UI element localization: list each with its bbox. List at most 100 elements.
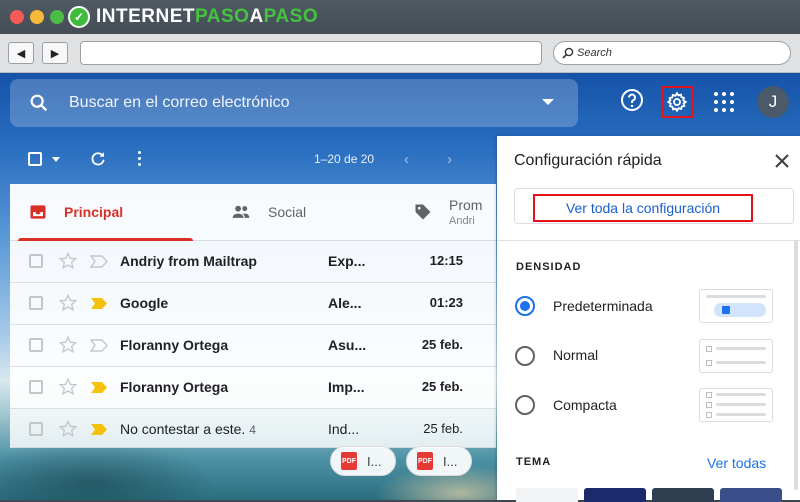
attachment-label: I...	[367, 453, 382, 469]
browser-search-box[interactable]: Search	[553, 41, 791, 65]
address-bar[interactable]	[80, 41, 542, 65]
google-apps-icon[interactable]	[714, 92, 734, 112]
tab-social[interactable]: Social	[220, 184, 306, 240]
density-radio-default[interactable]	[515, 296, 535, 316]
row-checkbox[interactable]	[29, 296, 43, 310]
forward-button[interactable]: ▶	[42, 42, 68, 64]
importance-marker-icon[interactable]	[90, 423, 108, 436]
mail-search-placeholder: Buscar en el correo electrónico	[69, 94, 290, 111]
tab-label: Social	[268, 204, 307, 220]
more-options-icon[interactable]	[138, 151, 141, 169]
refresh-icon[interactable]	[89, 150, 107, 168]
people-icon	[232, 205, 250, 218]
email-date: 25 feb.	[423, 421, 463, 436]
density-preview-default[interactable]	[699, 289, 773, 323]
density-label-compact: Compacta	[553, 397, 617, 413]
theme-thumbnails	[516, 488, 782, 502]
email-subject: Asu...	[328, 337, 367, 353]
email-subject: Ind...	[328, 421, 360, 437]
search-icon	[562, 47, 574, 59]
email-row[interactable]: Floranny Ortega Asu... 25 feb.	[10, 325, 496, 367]
email-sender: Floranny Ortega	[120, 337, 229, 353]
logo-text: INTERNETPASOAPASO	[96, 6, 319, 27]
tab-label: Principal	[64, 204, 124, 220]
row-checkbox[interactable]	[29, 338, 43, 352]
gear-icon	[666, 91, 688, 113]
pdf-icon: PDF	[417, 452, 433, 470]
email-sender: Andriy from Mailtrap	[120, 253, 257, 269]
email-date: 25 feb.	[421, 337, 463, 352]
attachment-row: PDF I... PDF I...	[10, 438, 496, 500]
see-all-settings-button[interactable]: Ver toda la configuración	[533, 194, 753, 222]
tab-sublabel: Andri	[449, 215, 475, 227]
scrollbar[interactable]	[794, 240, 798, 490]
importance-marker-icon[interactable]	[90, 339, 108, 352]
importance-marker-icon[interactable]	[90, 255, 108, 268]
email-row[interactable]: Floranny Ortega Imp... 25 feb.	[10, 367, 496, 409]
tag-icon	[415, 204, 431, 220]
row-checkbox[interactable]	[29, 254, 43, 268]
pagination-text: 1–20 de 20	[314, 152, 375, 166]
browser-navbar: ◀ ▶ Search	[0, 34, 800, 73]
tab-principal[interactable]: Principal	[18, 184, 193, 241]
density-radio-compact[interactable]	[515, 395, 535, 415]
search-options-caret-icon[interactable]	[542, 99, 554, 105]
star-icon[interactable]	[58, 335, 78, 355]
attachment-chip[interactable]: PDF I...	[406, 446, 472, 476]
email-date: 12:15	[429, 253, 463, 268]
row-checkbox[interactable]	[29, 380, 43, 394]
density-label-default: Predeterminada	[553, 298, 653, 314]
maximize-window-button[interactable]	[50, 10, 64, 24]
email-date: 25 feb.	[421, 379, 463, 394]
category-tabs: Principal Social Prom Andri	[10, 184, 496, 241]
inbox-icon	[30, 205, 46, 219]
email-row[interactable]: Andriy from Mailtrap Exp... 12:15	[10, 241, 496, 283]
density-heading: DENSIDAD	[516, 261, 582, 273]
quick-settings-panel: Configuración rápida Ver toda la configu…	[497, 136, 800, 502]
star-icon[interactable]	[58, 377, 78, 397]
star-icon[interactable]	[58, 419, 78, 439]
divider	[497, 240, 800, 241]
email-sender: Floranny Ortega	[120, 379, 229, 395]
theme-heading: TEMA	[516, 456, 552, 468]
logo-icon: ✓	[68, 6, 90, 28]
close-icon[interactable]	[774, 153, 790, 169]
back-button[interactable]: ◀	[8, 42, 34, 64]
thread-count: 4	[249, 423, 256, 437]
browser-search-placeholder: Search	[577, 47, 612, 59]
quick-settings-title: Configuración rápida	[514, 152, 662, 169]
importance-marker-icon[interactable]	[90, 381, 108, 394]
email-row[interactable]: Google Ale... 01:23	[10, 283, 496, 325]
minimize-window-button[interactable]	[30, 10, 44, 24]
pdf-icon: PDF	[341, 452, 357, 470]
watermark-logo: ✓ INTERNETPASOAPASO	[68, 5, 318, 29]
density-label-normal: Normal	[553, 347, 599, 363]
mail-search-bar[interactable]: Buscar en el correo electrónico	[10, 79, 578, 127]
browser-titlebar: ✓ INTERNETPASOAPASO	[0, 0, 800, 34]
email-sender: Google	[120, 295, 169, 311]
close-window-button[interactable]	[10, 10, 24, 24]
see-all-themes-link[interactable]: Ver todas	[707, 455, 766, 471]
attachment-label: I...	[443, 453, 458, 469]
select-all-checkbox[interactable]	[28, 152, 42, 166]
star-icon[interactable]	[58, 293, 78, 313]
search-icon	[30, 94, 48, 112]
settings-button[interactable]	[661, 86, 693, 118]
prev-page-icon[interactable]: ‹	[404, 151, 409, 168]
attachment-chip[interactable]: PDF I...	[330, 446, 396, 476]
tab-promotions[interactable]: Prom Andri	[413, 184, 482, 240]
importance-marker-icon[interactable]	[90, 297, 108, 310]
email-subject: Exp...	[328, 253, 366, 269]
email-list: Andriy from Mailtrap Exp... 12:15 Google…	[10, 241, 496, 448]
select-dropdown-caret-icon[interactable]	[52, 157, 60, 162]
row-checkbox[interactable]	[29, 422, 43, 436]
star-icon[interactable]	[58, 251, 78, 271]
density-preview-normal[interactable]	[699, 339, 773, 373]
tab-label: Prom	[449, 197, 483, 213]
next-page-icon[interactable]: ›	[447, 151, 452, 168]
help-icon[interactable]	[620, 88, 644, 112]
email-subject: Imp...	[328, 379, 365, 395]
density-preview-compact[interactable]	[699, 388, 773, 422]
density-radio-normal[interactable]	[515, 346, 535, 366]
account-avatar[interactable]: J	[757, 86, 789, 118]
